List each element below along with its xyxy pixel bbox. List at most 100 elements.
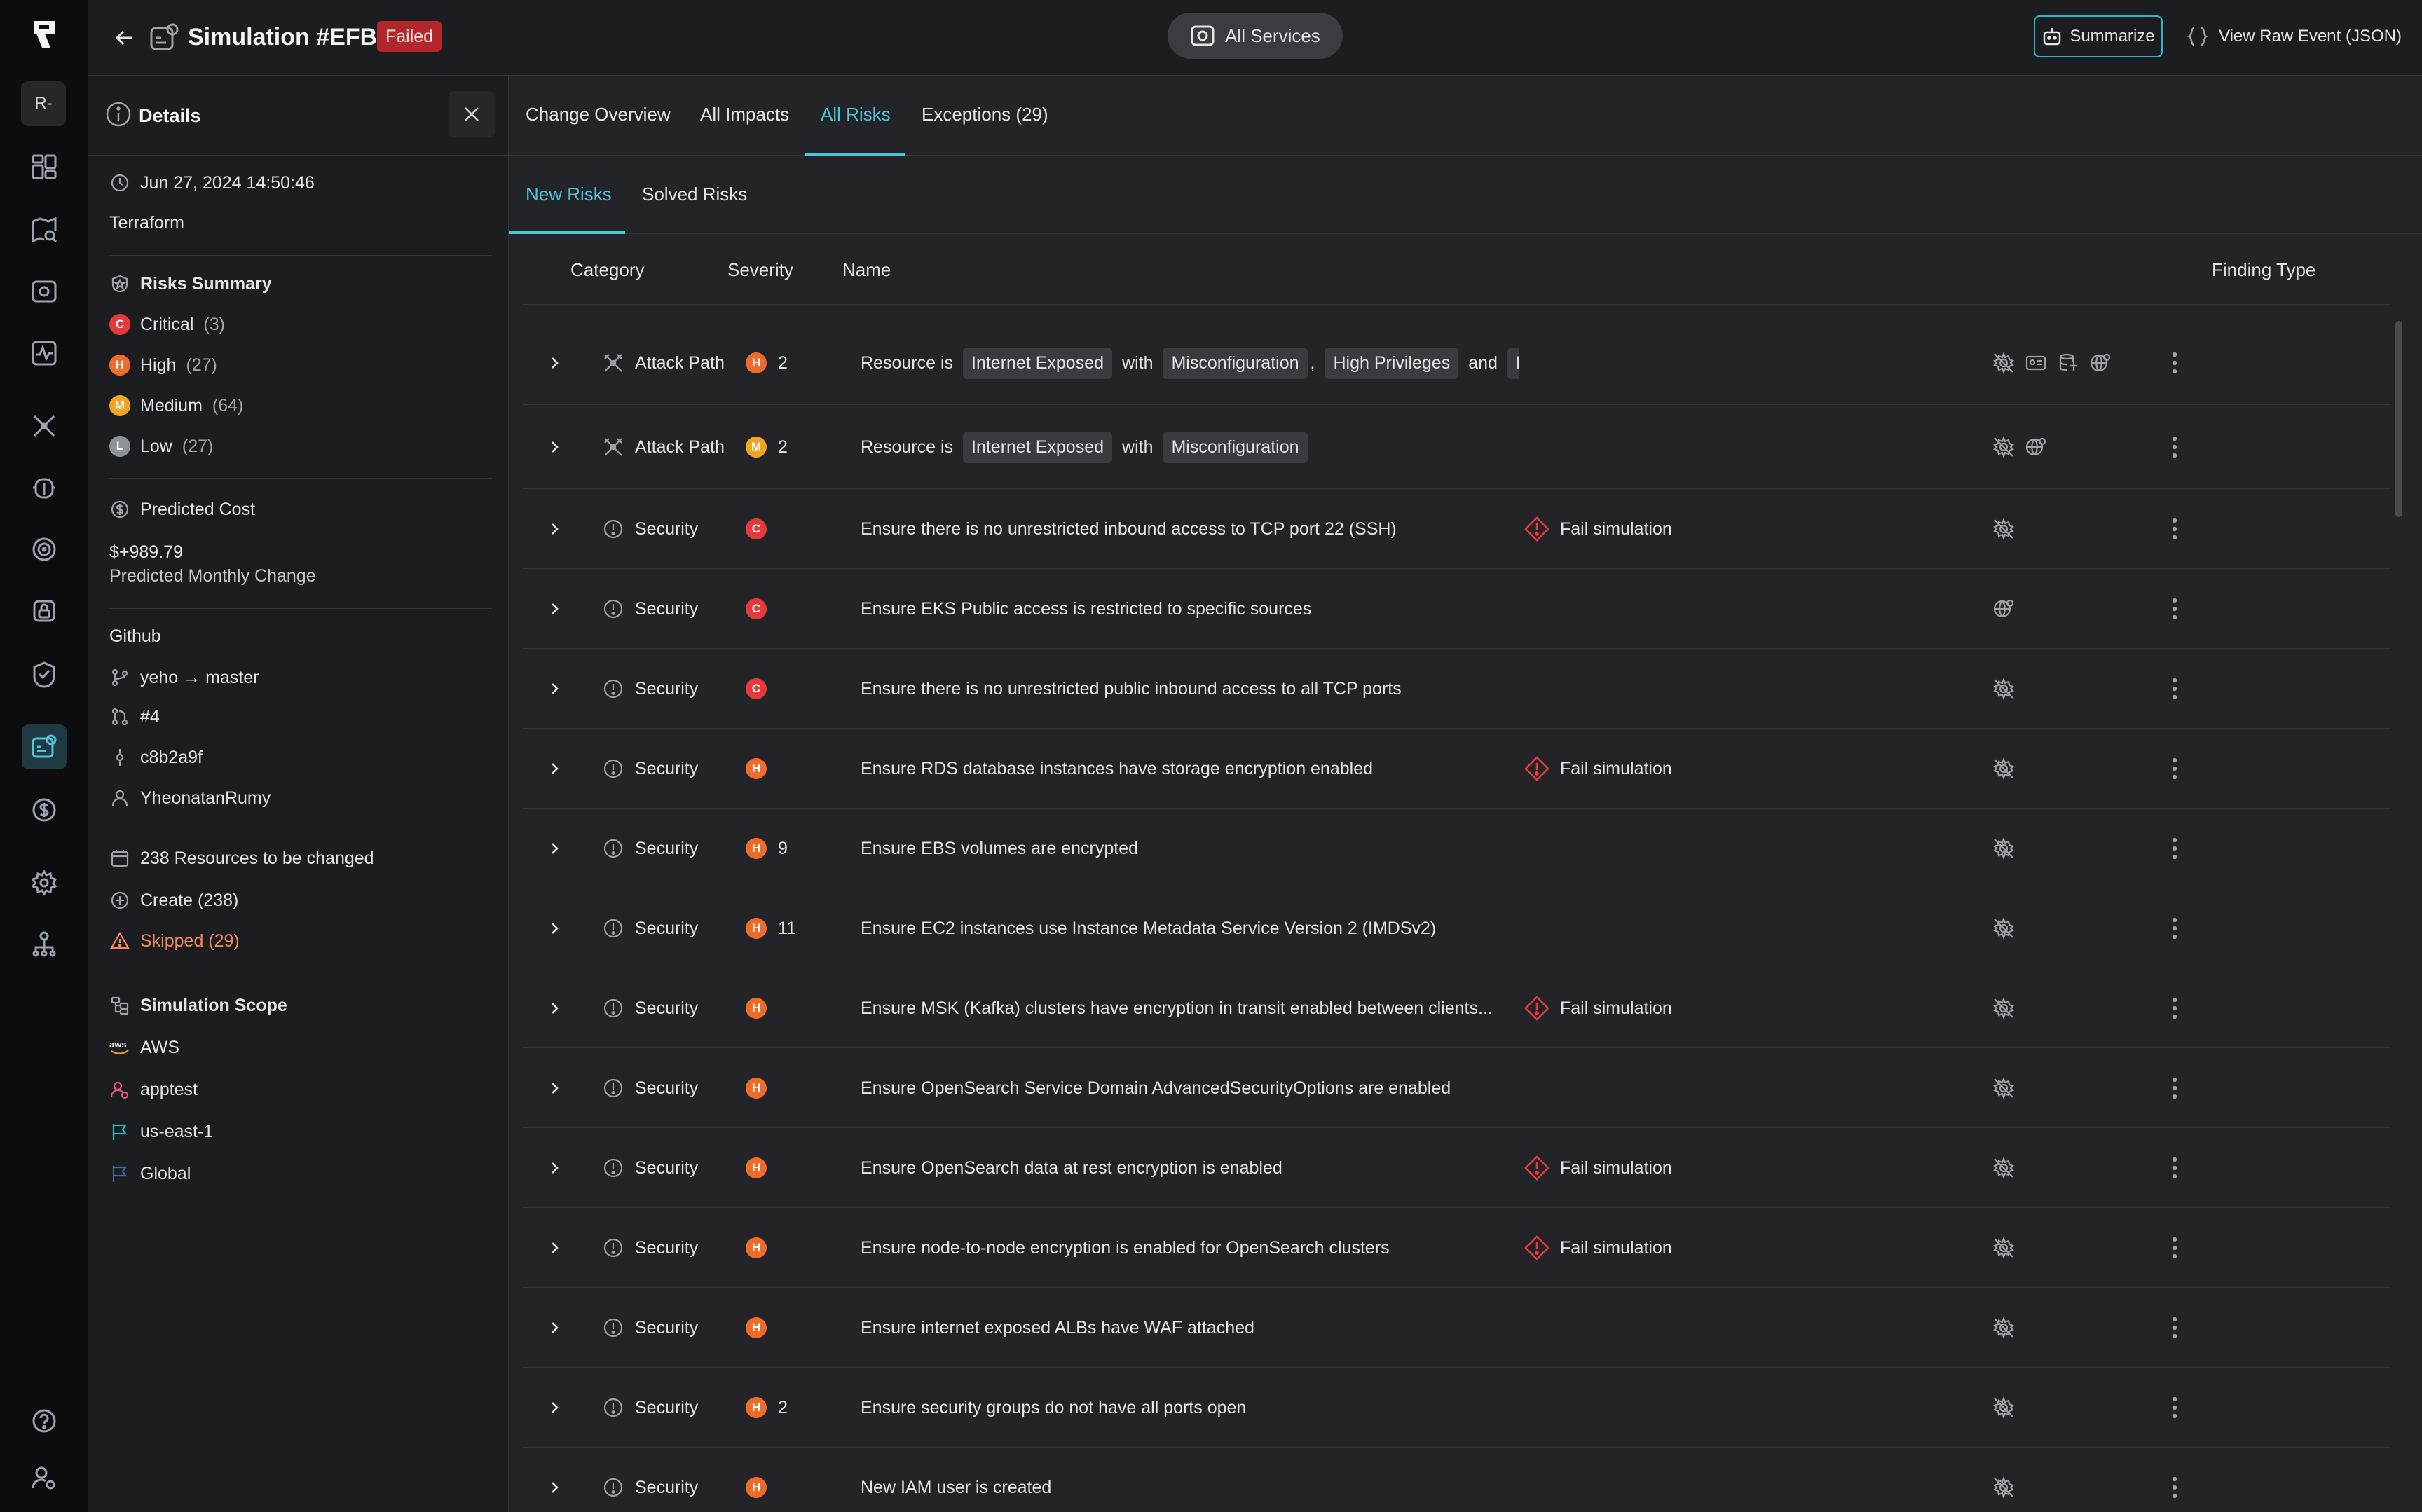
lock-icon[interactable] xyxy=(22,589,67,633)
expand-chevron-icon[interactable] xyxy=(544,1237,565,1258)
compliance-check-icon[interactable] xyxy=(22,652,67,696)
risk-high[interactable]: H High (27) xyxy=(109,355,217,376)
github-user[interactable]: YheonatanRumy xyxy=(109,788,271,809)
table-row[interactable]: Security H New IAM user is created xyxy=(523,1448,2391,1512)
expand-chevron-icon[interactable] xyxy=(544,598,565,619)
table-row[interactable]: Security H Ensure OpenSearch data at res… xyxy=(523,1128,2391,1208)
resources-create[interactable]: Create (238) xyxy=(109,890,238,911)
row-name[interactable]: Ensure internet exposed ALBs have WAF at… xyxy=(861,1318,1254,1338)
services-icon[interactable] xyxy=(22,269,67,314)
tab-exceptions[interactable]: Exceptions (29) xyxy=(922,104,1048,125)
expand-chevron-icon[interactable] xyxy=(544,1397,565,1418)
row-name[interactable]: Ensure node-to-node encryption is enable… xyxy=(861,1238,1390,1258)
expand-chevron-icon[interactable] xyxy=(544,437,565,458)
attack-path-icon[interactable] xyxy=(22,404,67,448)
expand-chevron-icon[interactable] xyxy=(544,678,565,699)
more-options-icon[interactable] xyxy=(2164,1394,2185,1422)
expand-chevron-icon[interactable] xyxy=(544,352,565,373)
row-name[interactable]: Ensure EC2 instances use Instance Metada… xyxy=(861,919,1436,939)
org-tree-icon[interactable] xyxy=(22,922,67,967)
summarize-button[interactable]: Summarize xyxy=(2034,15,2163,57)
settings-gear-icon[interactable] xyxy=(22,860,67,905)
more-options-icon[interactable] xyxy=(2164,994,2185,1022)
table-row[interactable]: Security C Ensure there is no unrestrict… xyxy=(523,489,2391,569)
table-row[interactable]: Security C Ensure EKS Public access is r… xyxy=(523,569,2391,649)
table-row[interactable]: Security H Ensure MSK (Kafka) clusters h… xyxy=(523,968,2391,1048)
more-options-icon[interactable] xyxy=(2164,595,2185,623)
table-row[interactable]: Security H 9 Ensure EBS volumes are encr… xyxy=(523,809,2391,888)
more-options-icon[interactable] xyxy=(2164,515,2185,543)
bug-icon[interactable] xyxy=(22,465,67,510)
tab-new-risks[interactable]: New Risks xyxy=(526,184,612,205)
all-services-button[interactable]: All Services xyxy=(1168,13,1343,59)
expand-chevron-icon[interactable] xyxy=(544,1477,565,1498)
risk-critical[interactable]: C Critical (3) xyxy=(109,314,225,335)
expand-chevron-icon[interactable] xyxy=(544,1078,565,1099)
table-row[interactable]: Attack Path H 2 Resource is Internet Exp… xyxy=(523,321,2391,405)
github-pr[interactable]: #4 xyxy=(109,706,160,727)
more-options-icon[interactable] xyxy=(2164,1154,2185,1182)
dashboard-icon[interactable] xyxy=(22,144,67,189)
expand-chevron-icon[interactable] xyxy=(544,918,565,939)
more-options-icon[interactable] xyxy=(2164,1234,2185,1262)
row-name[interactable]: Ensure EKS Public access is restricted t… xyxy=(861,599,1311,619)
expand-chevron-icon[interactable] xyxy=(544,838,565,859)
org-switcher[interactable]: R- xyxy=(21,81,66,126)
table-row[interactable]: Security H 2 Ensure security groups do n… xyxy=(523,1368,2391,1448)
more-options-icon[interactable] xyxy=(2164,755,2185,783)
table-row[interactable]: Security H 11 Ensure EC2 instances use I… xyxy=(523,888,2391,968)
row-name[interactable]: Resource is Internet Exposed with Miscon… xyxy=(861,348,1519,379)
row-name[interactable]: Resource is Internet Exposed with Miscon… xyxy=(861,432,1308,463)
resources-skipped[interactable]: Skipped (29) xyxy=(109,930,240,951)
row-name[interactable]: Ensure MSK (Kafka) clusters have encrypt… xyxy=(861,998,1493,1019)
expand-chevron-icon[interactable] xyxy=(544,518,565,539)
more-options-icon[interactable] xyxy=(2164,675,2185,703)
help-icon[interactable] xyxy=(22,1398,67,1443)
view-raw-event-button[interactable]: View Raw Event (JSON) xyxy=(2187,15,2411,57)
simulations-icon[interactable] xyxy=(22,724,67,769)
activity-icon[interactable] xyxy=(22,331,67,376)
tab-change-overview[interactable]: Change Overview xyxy=(526,104,671,125)
table-row[interactable]: Security C Ensure there is no unrestrict… xyxy=(523,649,2391,729)
more-options-icon[interactable] xyxy=(2164,1074,2185,1102)
close-icon[interactable] xyxy=(449,91,495,137)
risk-medium[interactable]: M Medium (64) xyxy=(109,395,243,416)
radar-icon[interactable] xyxy=(22,527,67,572)
table-row[interactable]: Security H Ensure RDS database instances… xyxy=(523,729,2391,809)
map-search-icon[interactable] xyxy=(22,207,67,252)
row-name[interactable]: Ensure OpenSearch Service Domain Advance… xyxy=(861,1078,1451,1099)
scrollbar[interactable] xyxy=(2395,321,2402,517)
tab-all-risks[interactable]: All Risks xyxy=(821,104,891,125)
cost-icon[interactable] xyxy=(22,788,67,832)
more-options-icon[interactable] xyxy=(2164,1314,2185,1342)
table-row[interactable]: Attack Path M 2 Resource is Internet Exp… xyxy=(523,405,2391,489)
more-options-icon[interactable] xyxy=(2164,1473,2185,1501)
row-name[interactable]: Ensure RDS database instances have stora… xyxy=(861,759,1373,779)
back-arrow-icon[interactable] xyxy=(109,22,140,53)
github-commit[interactable]: c8b2a9f xyxy=(109,747,203,768)
more-options-icon[interactable] xyxy=(2164,433,2185,461)
more-options-icon[interactable] xyxy=(2164,914,2185,942)
risk-low[interactable]: L Low (27) xyxy=(109,436,213,457)
column-severity[interactable]: Severity xyxy=(727,259,793,281)
row-name[interactable]: Ensure security groups do not have all p… xyxy=(861,1398,1246,1418)
row-name[interactable]: Ensure EBS volumes are encrypted xyxy=(861,839,1138,859)
row-name[interactable]: Ensure there is no unrestricted public i… xyxy=(861,679,1402,699)
expand-chevron-icon[interactable] xyxy=(544,1317,565,1338)
github-branch[interactable]: yeho → master xyxy=(109,667,259,688)
app-logo-icon[interactable] xyxy=(27,17,62,52)
row-name[interactable]: Ensure there is no unrestricted inbound … xyxy=(861,519,1397,539)
user-settings-icon[interactable] xyxy=(22,1456,67,1501)
expand-chevron-icon[interactable] xyxy=(544,1157,565,1178)
table-row[interactable]: Security H Ensure node-to-node encryptio… xyxy=(523,1208,2391,1288)
row-name[interactable]: Ensure OpenSearch data at rest encryptio… xyxy=(861,1158,1282,1178)
expand-chevron-icon[interactable] xyxy=(544,998,565,1019)
expand-chevron-icon[interactable] xyxy=(544,758,565,779)
column-finding-type[interactable]: Finding Type xyxy=(2212,259,2315,281)
row-name[interactable]: New IAM user is created xyxy=(861,1478,1051,1498)
more-options-icon[interactable] xyxy=(2164,349,2185,377)
table-row[interactable]: Security H Ensure OpenSearch Service Dom… xyxy=(523,1048,2391,1128)
tab-all-impacts[interactable]: All Impacts xyxy=(700,104,789,125)
tab-solved-risks[interactable]: Solved Risks xyxy=(642,184,747,205)
table-row[interactable]: Security H Ensure internet exposed ALBs … xyxy=(523,1288,2391,1368)
